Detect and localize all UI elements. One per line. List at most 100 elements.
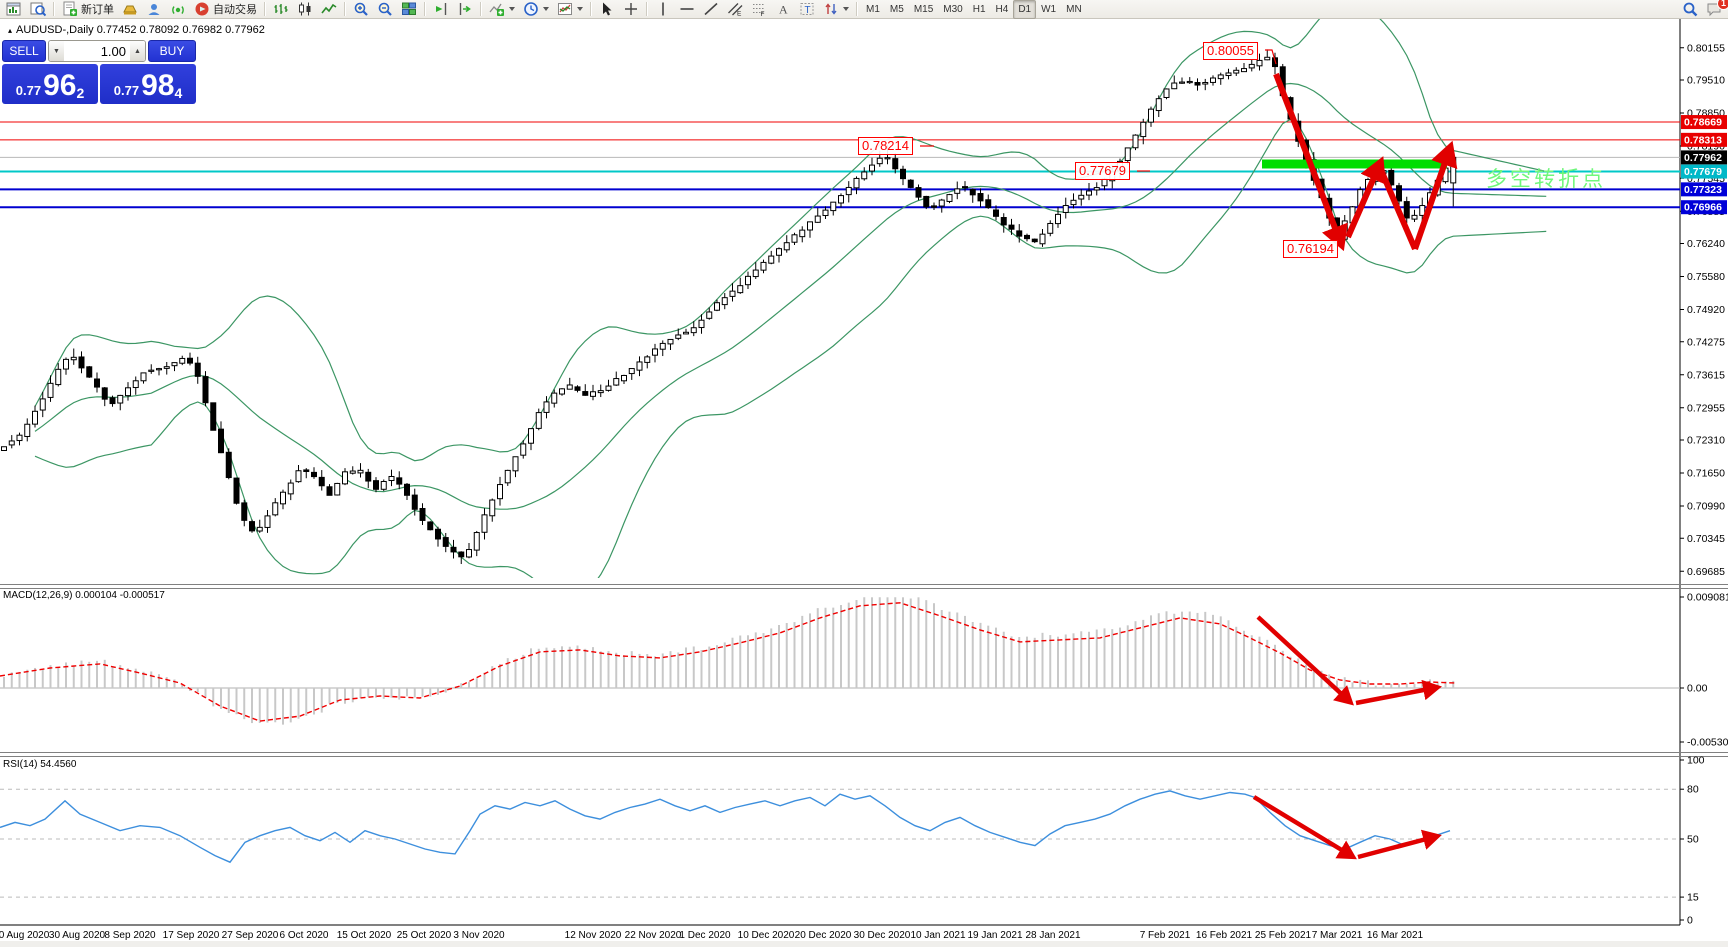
signals-icon-glyph	[170, 1, 186, 17]
volume-increase-button[interactable]: ▲	[130, 41, 145, 61]
text-icon[interactable]: A	[771, 0, 795, 19]
chart-shift-icon-glyph	[457, 1, 473, 17]
chart-collapse-icon[interactable]: ▴	[8, 26, 12, 35]
new-order-button[interactable]: 新订单	[58, 0, 118, 19]
periods-icon[interactable]	[519, 0, 553, 19]
equidistant-channel-icon[interactable]: E	[723, 0, 747, 19]
svg-text:25 Feb 2021: 25 Feb 2021	[1255, 930, 1312, 941]
indicators-icon-glyph	[489, 1, 505, 17]
zone-annotation-label: 多空转折点	[1486, 163, 1606, 193]
price-annotation-0.80055: 0.80055	[1203, 42, 1258, 60]
timeframe-button-m15[interactable]: M15	[909, 0, 938, 19]
line-chart-icon-glyph	[321, 1, 337, 17]
svg-text:0.74920: 0.74920	[1687, 304, 1725, 316]
sell-price-pip: 2	[76, 85, 84, 101]
timeframe-button-m1[interactable]: M1	[861, 0, 885, 19]
buy-price-prefix: 0.77	[114, 83, 139, 98]
signals-icon[interactable]	[166, 0, 190, 19]
cursor-icon[interactable]	[595, 0, 619, 19]
notifications-button[interactable]: 1	[1702, 0, 1726, 19]
buy-price-panel[interactable]: 0.77 98 4	[100, 64, 196, 104]
buy-button[interactable]: BUY	[148, 40, 196, 62]
sell-price-panel[interactable]: 0.77 96 2	[2, 64, 98, 104]
equidistant-channel-icon-glyph: E	[727, 1, 743, 17]
periods-icon-glyph	[523, 1, 539, 17]
vertical-line-icon-glyph	[655, 1, 671, 17]
autotrading-button-glyph	[194, 1, 210, 17]
toolbar-separator	[53, 2, 55, 16]
svg-text:3 Nov 2020: 3 Nov 2020	[453, 930, 505, 941]
price-annotation-0.78214: 0.78214	[858, 137, 913, 155]
timeframe-button-mn[interactable]: MN	[1061, 0, 1087, 19]
zoom-out-icon[interactable]	[373, 0, 397, 19]
autoscroll-icon-glyph	[433, 1, 449, 17]
timeframe-button-h4[interactable]: H4	[991, 0, 1014, 19]
svg-text:19 Jan 2021: 19 Jan 2021	[967, 930, 1022, 941]
timeframe-button-w1[interactable]: W1	[1036, 0, 1061, 19]
indicators-icon-caret	[509, 7, 515, 11]
toolbar-separator	[264, 2, 266, 16]
trendline-icon-glyph	[703, 1, 719, 17]
candlestick-icon[interactable]	[293, 0, 317, 19]
text-label-icon[interactable]: T	[795, 0, 819, 19]
svg-text:25 Oct 2020: 25 Oct 2020	[397, 930, 452, 941]
zoom-in-icon[interactable]	[349, 0, 373, 19]
notification-badge: 1	[1717, 0, 1728, 10]
bars-chart-icon[interactable]	[269, 0, 293, 19]
svg-text:0.71650: 0.71650	[1687, 468, 1725, 480]
svg-text:0.76966: 0.76966	[1684, 202, 1722, 214]
zoom-out-icon-glyph	[377, 1, 393, 17]
templates-icon[interactable]	[553, 0, 587, 19]
trendline-icon[interactable]	[699, 0, 723, 19]
arrows-icon[interactable]	[819, 0, 853, 19]
periods-icon-caret	[543, 7, 549, 11]
svg-text:10 Jan 2021: 10 Jan 2021	[910, 930, 965, 941]
volume-stepper: ▼ ▲	[48, 40, 146, 62]
svg-text:0.78313: 0.78313	[1684, 134, 1722, 146]
timeframe-button-d1[interactable]: D1	[1013, 0, 1036, 19]
timeframe-button-h1[interactable]: H1	[968, 0, 991, 19]
market-icon-glyph	[122, 1, 138, 17]
autoscroll-icon[interactable]	[429, 0, 453, 19]
chart-shift-icon[interactable]	[453, 0, 477, 19]
svg-text:100: 100	[1687, 755, 1705, 767]
community-icon[interactable]	[142, 0, 166, 19]
vertical-line-icon[interactable]	[651, 0, 675, 19]
autotrading-button[interactable]: 自动交易	[190, 0, 261, 19]
search-button[interactable]	[1678, 0, 1702, 19]
svg-text:15 Oct 2020: 15 Oct 2020	[337, 930, 392, 941]
toolbar-separator	[590, 2, 592, 16]
arrows-icon-glyph	[823, 1, 839, 17]
svg-text:0.75580: 0.75580	[1687, 271, 1725, 283]
svg-text:10 Dec 2020: 10 Dec 2020	[738, 930, 795, 941]
volume-decrease-button[interactable]: ▼	[49, 41, 64, 61]
fibonacci-icon[interactable]: F	[747, 0, 771, 19]
sell-button[interactable]: SELL	[2, 40, 46, 62]
tile-windows-icon-glyph	[401, 1, 417, 17]
market-icon[interactable]	[118, 0, 142, 19]
fibonacci-icon-glyph: F	[751, 1, 767, 17]
volume-input[interactable]	[64, 41, 130, 61]
timeframe-button-m5[interactable]: M5	[885, 0, 909, 19]
svg-text:T: T	[805, 5, 811, 16]
svg-text:0: 0	[1687, 915, 1693, 927]
one-click-trading-panel: SELL ▼ ▲ BUY 0.77 96 2 0.77 98 4	[2, 40, 196, 104]
svg-text:0.80155: 0.80155	[1687, 42, 1725, 54]
price-annotation-0.77679: 0.77679	[1075, 162, 1130, 180]
chart-search-icon[interactable]	[26, 0, 50, 19]
timeframe-button-m30[interactable]: M30	[938, 0, 967, 19]
svg-text:80: 80	[1687, 784, 1699, 796]
tile-windows-icon[interactable]	[397, 0, 421, 19]
indicators-icon[interactable]	[485, 0, 519, 19]
line-chart-icon[interactable]	[317, 0, 341, 19]
sell-price-prefix: 0.77	[16, 83, 41, 98]
horizontal-line-icon-glyph	[679, 1, 695, 17]
crosshair-icon[interactable]	[619, 0, 643, 19]
cursor-icon-glyph	[599, 1, 615, 17]
svg-text:0.73615: 0.73615	[1687, 369, 1725, 381]
svg-text:0.00: 0.00	[1687, 683, 1708, 695]
svg-text:0.72310: 0.72310	[1687, 435, 1725, 447]
chart-window-icon[interactable]	[2, 0, 26, 19]
horizontal-line-icon[interactable]	[675, 0, 699, 19]
svg-text:-0.005306: -0.005306	[1687, 737, 1728, 749]
